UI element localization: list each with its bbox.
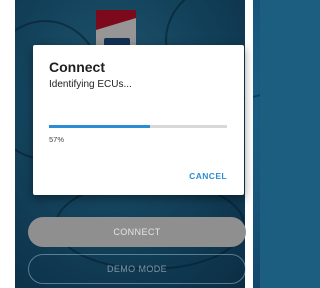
dialog-title: Connect: [49, 59, 105, 75]
screen-border-right: [245, 0, 253, 288]
connect-button[interactable]: CONNECT: [28, 217, 246, 247]
dialog-message: Identifying ECUs...: [49, 79, 132, 90]
progress-percent: 57%: [49, 135, 65, 144]
connect-dialog: Connect Identifying ECUs... 57% CANCEL: [33, 45, 244, 195]
demo-mode-button[interactable]: DEMO MODE: [28, 254, 246, 284]
screen-border-left: [0, 0, 15, 288]
progress-bar: [49, 125, 227, 128]
progress-bar-fill: [49, 125, 151, 128]
cancel-button[interactable]: CANCEL: [189, 171, 227, 181]
